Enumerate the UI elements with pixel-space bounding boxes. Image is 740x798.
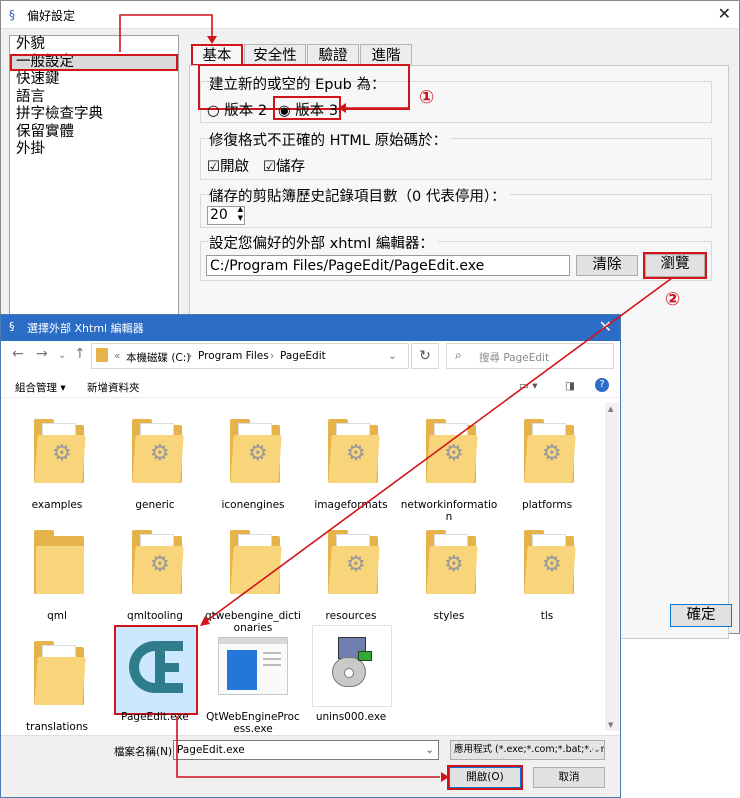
workflow-arrows bbox=[176, 277, 673, 782]
